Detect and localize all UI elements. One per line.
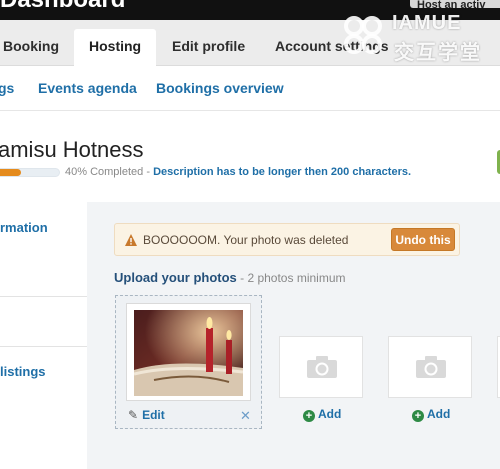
upload-subtitle: - 2 photos minimum xyxy=(236,271,346,285)
progress-status: 40% Completed - Description has to be lo… xyxy=(65,166,411,178)
watermark: IAMUE 交互学堂 xyxy=(340,12,500,64)
plus-icon: + xyxy=(303,410,315,422)
subnav-bookings-overview[interactable]: Bookings overview xyxy=(156,80,284,96)
uploaded-photo-slot: ✎ Edit ✕ xyxy=(115,295,262,429)
alert-message: BOOOOOOM. Your photo was deleted xyxy=(143,233,349,247)
tab-edit-profile[interactable]: Edit profile xyxy=(172,29,245,66)
sub-navigation: gs Events agenda Bookings overview xyxy=(0,66,500,111)
plus-icon: + xyxy=(412,410,424,422)
upload-title: Upload your photos xyxy=(114,270,237,285)
sidebar-item-information[interactable]: rmation xyxy=(0,220,87,235)
empty-photo-slot[interactable] xyxy=(388,336,472,398)
sidebar-divider xyxy=(0,296,87,297)
warning-icon xyxy=(125,234,137,246)
progress-bar xyxy=(0,168,60,177)
tab-booking[interactable]: Booking xyxy=(3,29,59,66)
watermark-text-latin: IAMUE xyxy=(392,12,462,34)
add-label: Add xyxy=(427,407,451,421)
photo-thumbnail[interactable] xyxy=(134,310,243,396)
edit-photo-link[interactable]: ✎ Edit xyxy=(128,408,165,422)
pencil-icon: ✎ xyxy=(128,408,139,422)
upload-heading: Upload your photos - 2 photos minimum xyxy=(114,270,345,285)
add-label: Add xyxy=(318,407,342,421)
photo-deleted-alert: BOOOOOOM. Your photo was deleted Undo th… xyxy=(114,223,460,256)
listing-sidebar: rmation listings xyxy=(0,202,87,469)
watermark-logo-icon xyxy=(344,16,382,54)
subnav-listings[interactable]: gs xyxy=(0,80,14,96)
photo-frame xyxy=(126,303,251,401)
progress-label: 40% Completed - xyxy=(65,166,150,178)
close-icon[interactable]: ✕ xyxy=(240,408,251,424)
add-photo-link[interactable]: + Add xyxy=(303,407,341,422)
add-photo-link[interactable]: + Add xyxy=(412,407,450,422)
listing-title: amisu Hotness xyxy=(0,137,144,162)
subnav-events-agenda[interactable]: Events agenda xyxy=(38,80,137,96)
host-activity-button[interactable]: Host an activ xyxy=(410,0,500,8)
empty-photo-slot[interactable] xyxy=(279,336,363,398)
app-title: Dashboard xyxy=(0,0,125,14)
tab-hosting[interactable]: Hosting xyxy=(74,29,157,66)
camera-icon xyxy=(307,356,337,378)
watermark-text-chinese: 交互学堂 xyxy=(394,42,482,64)
progress-bar-fill xyxy=(0,169,21,176)
edit-label: Edit xyxy=(142,408,165,422)
sidebar-item-listings[interactable]: listings xyxy=(0,364,87,379)
completion-hint-link[interactable]: Description has to be longer then 200 ch… xyxy=(153,166,411,178)
sidebar-divider xyxy=(0,346,87,347)
undo-button[interactable]: Undo this xyxy=(391,228,455,251)
camera-icon xyxy=(416,356,446,378)
